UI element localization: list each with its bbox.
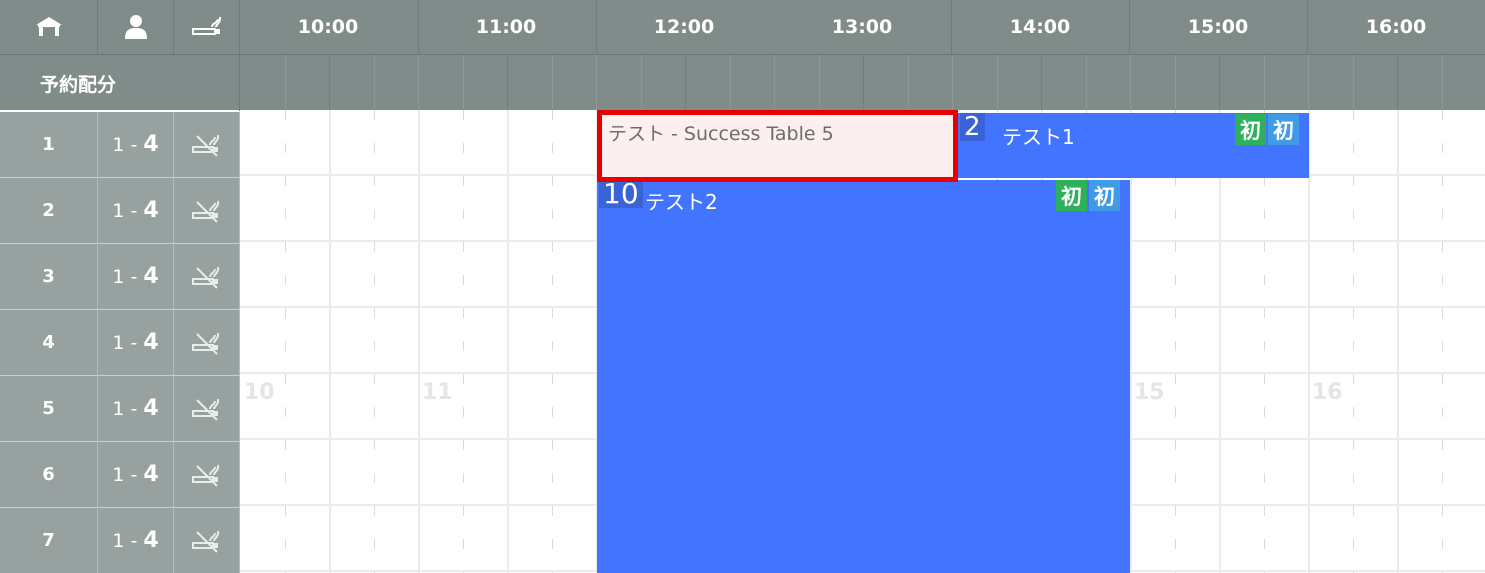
- timeline-header: 10:00 11:00 12:00 13:00 14:00 15:00 16:0…: [0, 0, 1485, 54]
- reservation-block[interactable]: 2 テスト1 初 初: [958, 113, 1309, 178]
- table-capacity: 1 - 4: [98, 376, 174, 442]
- allocation-tick: [1041, 55, 1042, 111]
- allocation-tick: [952, 55, 953, 111]
- first-visit-badge: 初: [1268, 114, 1299, 145]
- capacity-max: 4: [143, 132, 159, 157]
- party-size: 2: [960, 113, 985, 141]
- capacity-min: 1 -: [112, 265, 144, 288]
- allocation-tick: [1264, 55, 1265, 111]
- reservation-timeline: 10:00 11:00 12:00 13:00 14:00 15:00 16:0…: [0, 0, 1485, 573]
- allocation-tick: [1175, 55, 1176, 111]
- no-smoking-icon: [174, 112, 240, 178]
- allocation-tick: [774, 55, 775, 111]
- first-visit-badge: 初: [1056, 180, 1087, 211]
- no-smoking-icon: [174, 178, 240, 244]
- allocation-tick: [908, 55, 909, 111]
- allocation-tick: [329, 55, 330, 111]
- allocation-tick: [418, 55, 419, 111]
- capacity-max: 4: [143, 528, 159, 553]
- table-number: 5: [0, 376, 98, 442]
- table-number: 2: [0, 178, 98, 244]
- grid-hour-mark: 16: [1312, 380, 1343, 405]
- person-icon: [98, 0, 174, 54]
- no-smoking-icon: [174, 376, 240, 442]
- allocation-tick: [863, 55, 864, 111]
- pending-reservation-slot[interactable]: テスト - Success Table 5: [597, 110, 958, 182]
- allocation-tick: [552, 55, 553, 111]
- reservation-block[interactable]: 10 テスト2 初 初: [597, 180, 1130, 573]
- table-capacity: 1 - 4: [98, 310, 174, 376]
- no-smoking-icon: [174, 508, 240, 573]
- time-label-15: 15:00: [1187, 16, 1249, 38]
- allocation-tick: [596, 55, 597, 111]
- allocation-tick: [507, 55, 508, 111]
- table-number: 4: [0, 310, 98, 376]
- allocation-tick: [819, 55, 820, 111]
- allocation-tick: [374, 55, 375, 111]
- reservation-name: テスト2: [645, 190, 718, 214]
- reservation-name: テスト1: [1002, 125, 1075, 149]
- table-capacity: 1 - 4: [98, 112, 174, 178]
- capacity-min: 1 -: [112, 133, 144, 156]
- pending-reservation-label: テスト - Success Table 5: [608, 123, 834, 145]
- allocation-tick: [1442, 55, 1443, 111]
- allocation-tick: [463, 55, 464, 111]
- smoking-icon: [174, 0, 240, 54]
- grid-hour-mark: 15: [1134, 380, 1165, 405]
- first-visit-badge: 初: [1235, 114, 1266, 145]
- allocation-label: 予約配分: [0, 55, 240, 111]
- allocation-tick: [285, 55, 286, 111]
- allocation-tick: [1130, 55, 1131, 111]
- capacity-max: 4: [143, 198, 159, 223]
- time-label-12: 12:00: [653, 16, 715, 38]
- capacity-max: 4: [143, 264, 159, 289]
- allocation-tick: [1397, 55, 1398, 111]
- no-smoking-icon: [174, 310, 240, 376]
- table-number: 6: [0, 442, 98, 508]
- allocation-row: 予約配分: [0, 54, 1485, 111]
- allocation-tick: [997, 55, 998, 111]
- grid-hour-mark: 10: [244, 380, 275, 405]
- allocation-tick: [1086, 55, 1087, 111]
- capacity-min: 1 -: [112, 463, 144, 486]
- first-visit-badge: 初: [1089, 180, 1120, 211]
- capacity-min: 1 -: [112, 529, 144, 552]
- table-capacity: 1 - 4: [98, 178, 174, 244]
- capacity-max: 4: [143, 396, 159, 421]
- time-label-16: 16:00: [1365, 16, 1427, 38]
- time-label-14: 14:00: [1009, 16, 1071, 38]
- allocation-tick: [1308, 55, 1309, 111]
- allocation-tick: [685, 55, 686, 111]
- capacity-max: 4: [143, 462, 159, 487]
- capacity-min: 1 -: [112, 331, 144, 354]
- table-capacity: 1 - 4: [98, 508, 174, 573]
- table-capacity: 1 - 4: [98, 244, 174, 310]
- capacity-min: 1 -: [112, 199, 144, 222]
- table-icon: [0, 0, 98, 54]
- table-number: 3: [0, 244, 98, 310]
- allocation-tick: [1353, 55, 1354, 111]
- time-label-13: 13:00: [831, 16, 893, 38]
- party-size: 10: [599, 180, 643, 208]
- grid-hour-mark: 11: [422, 380, 453, 405]
- table-capacity: 1 - 4: [98, 442, 174, 508]
- no-smoking-icon: [174, 442, 240, 508]
- no-smoking-icon: [174, 244, 240, 310]
- capacity-max: 4: [143, 330, 159, 355]
- table-number: 1: [0, 112, 98, 178]
- table-number: 7: [0, 508, 98, 573]
- allocation-tick: [1219, 55, 1220, 111]
- allocation-tick: [730, 55, 731, 111]
- allocation-tick: [641, 55, 642, 111]
- time-label-11: 11:00: [475, 16, 537, 38]
- capacity-min: 1 -: [112, 397, 144, 420]
- time-label-10: 10:00: [297, 16, 359, 38]
